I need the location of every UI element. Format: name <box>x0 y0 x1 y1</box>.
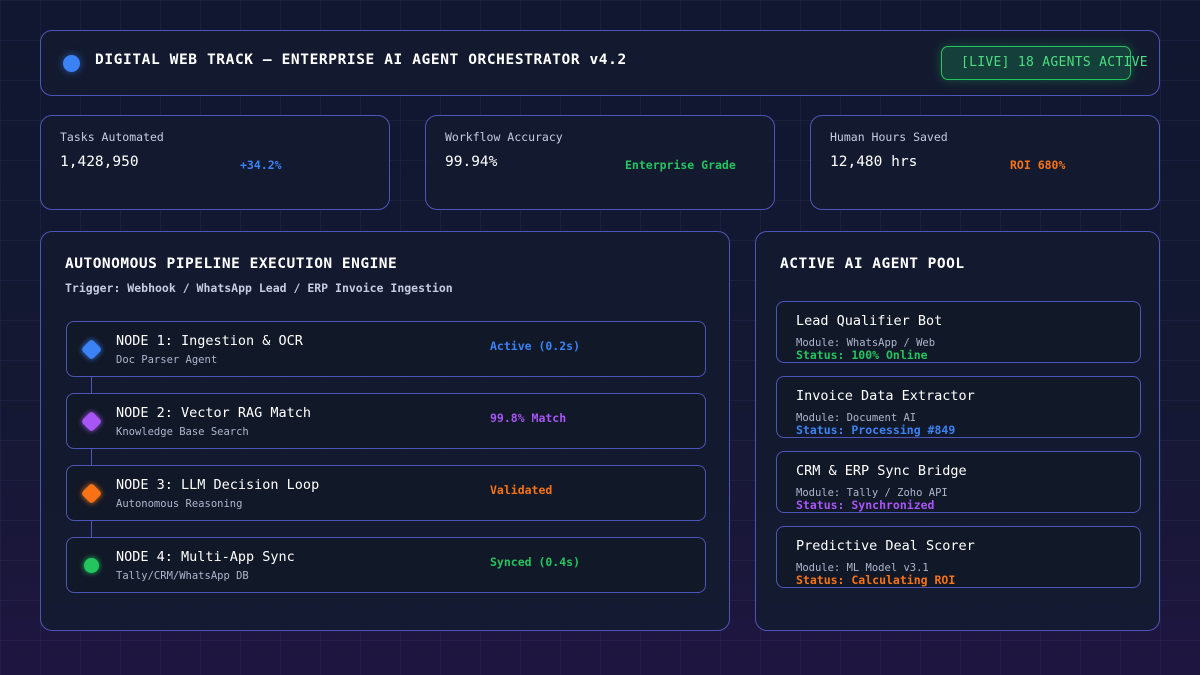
node-marker-icon <box>80 338 103 361</box>
node-marker-icon <box>80 482 103 505</box>
agent-pool-title: ACTIVE AI AGENT POOL <box>780 256 965 272</box>
pipeline-node-3[interactable]: NODE 3: LLM Decision Loop Autonomous Rea… <box>66 465 706 521</box>
node-desc: Tally/CRM/WhatsApp DB <box>116 570 249 582</box>
node-state: Active (0.2s) <box>490 339 581 353</box>
metric-note: +34.2% <box>240 158 282 172</box>
metric-card-hours: Human Hours Saved 12,480 hrs ROI 680% <box>810 115 1160 210</box>
node-state: Synced (0.4s) <box>490 555 581 569</box>
metric-label: Workflow Accuracy <box>445 130 563 144</box>
pipeline-title: AUTONOMOUS PIPELINE EXECUTION ENGINE <box>65 256 398 272</box>
agent-status: Status: Processing #849 <box>796 423 956 437</box>
agent-card-crm-erp-sync[interactable]: CRM & ERP Sync Bridge Module: Tally / Zo… <box>776 451 1141 513</box>
node-desc: Doc Parser Agent <box>116 354 218 366</box>
agent-status: Status: 100% Online <box>796 348 928 362</box>
metric-label: Human Hours Saved <box>830 130 948 144</box>
metric-card-accuracy: Workflow Accuracy 99.94% Enterprise Grad… <box>425 115 775 210</box>
live-agents-badge[interactable]: [LIVE] 18 AGENTS ACTIVE <box>941 46 1148 80</box>
live-badge-label: [LIVE] 18 AGENTS ACTIVE <box>961 55 1148 70</box>
agent-name: Predictive Deal Scorer <box>796 538 975 554</box>
status-dot-icon <box>63 55 80 72</box>
node-name: NODE 3: LLM Decision Loop <box>116 477 320 493</box>
node-state: Validated <box>490 483 553 497</box>
node-name: NODE 1: Ingestion & OCR <box>116 333 303 349</box>
pipeline-trigger: Trigger: Webhook / WhatsApp Lead / ERP I… <box>65 281 453 295</box>
metric-note: ROI 680% <box>1010 158 1066 172</box>
metric-label: Tasks Automated <box>60 130 164 144</box>
metric-note: Enterprise Grade <box>625 158 736 172</box>
metric-value: 12,480 hrs <box>830 154 918 170</box>
node-marker-icon <box>80 410 103 433</box>
metric-value: 1,428,950 <box>60 154 139 170</box>
agent-pool-panel: ACTIVE AI AGENT POOL Lead Qualifier Bot … <box>755 231 1160 631</box>
node-desc: Knowledge Base Search <box>116 426 249 438</box>
pipeline-node-1[interactable]: NODE 1: Ingestion & OCR Doc Parser Agent… <box>66 321 706 377</box>
agent-status: Status: Synchronized <box>796 498 935 512</box>
agent-card-lead-qualifier[interactable]: Lead Qualifier Bot Module: WhatsApp / We… <box>776 301 1141 363</box>
metric-value: 99.94% <box>445 154 498 170</box>
pipeline-node-2[interactable]: NODE 2: Vector RAG Match Knowledge Base … <box>66 393 706 449</box>
node-marker-icon <box>84 558 99 573</box>
node-state: 99.8% Match <box>490 411 567 425</box>
node-name: NODE 4: Multi-App Sync <box>116 549 295 565</box>
pipeline-panel: AUTONOMOUS PIPELINE EXECUTION ENGINE Tri… <box>40 231 730 631</box>
node-desc: Autonomous Reasoning <box>116 498 243 510</box>
agent-name: Lead Qualifier Bot <box>796 313 943 329</box>
metric-card-tasks: Tasks Automated 1,428,950 +34.2% <box>40 115 390 210</box>
pipeline-node-4[interactable]: NODE 4: Multi-App Sync Tally/CRM/WhatsAp… <box>66 537 706 593</box>
agent-name: CRM & ERP Sync Bridge <box>796 463 967 479</box>
agent-name: Invoice Data Extractor <box>796 388 975 404</box>
agent-card-deal-scorer[interactable]: Predictive Deal Scorer Module: ML Model … <box>776 526 1141 588</box>
agent-card-invoice-extractor[interactable]: Invoice Data Extractor Module: Document … <box>776 376 1141 438</box>
agent-status: Status: Calculating ROI <box>796 573 956 587</box>
node-name: NODE 2: Vector RAG Match <box>116 405 312 421</box>
header-bar: DIGITAL WEB TRACK – ENTERPRISE AI AGENT … <box>40 30 1160 96</box>
page-title: DIGITAL WEB TRACK – ENTERPRISE AI AGENT … <box>95 52 627 68</box>
